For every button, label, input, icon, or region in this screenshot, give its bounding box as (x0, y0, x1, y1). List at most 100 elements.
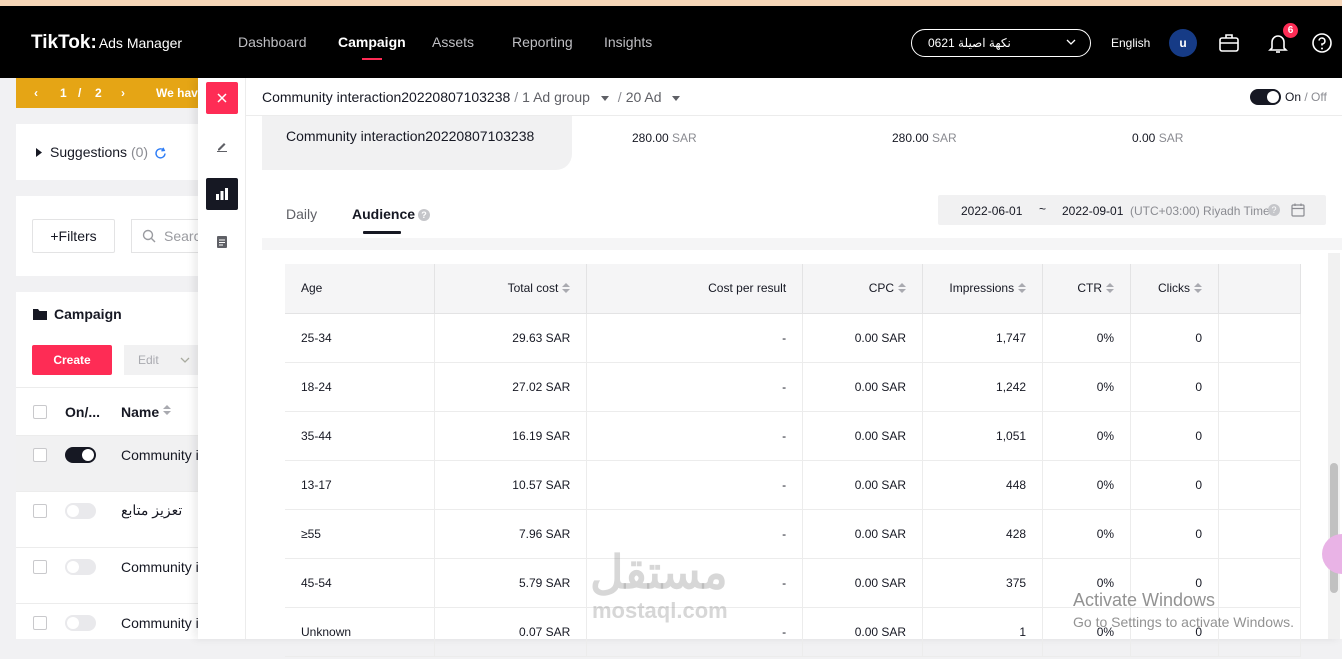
caret-down-icon[interactable] (600, 94, 610, 102)
row-toggle[interactable] (65, 615, 96, 631)
info-icon: ? (1268, 204, 1280, 216)
cell-impressions: 1,242 (922, 362, 1044, 412)
row-name[interactable]: Community i (121, 447, 206, 463)
close-icon (217, 93, 227, 103)
nav-insights[interactable]: Insights (604, 34, 652, 50)
col-cpc[interactable]: CPC (802, 264, 924, 314)
vertical-scrollbar[interactable] (1328, 253, 1340, 639)
cell-ctr: 0% (1042, 362, 1132, 412)
col-clicks[interactable]: Clicks (1130, 264, 1220, 314)
table-row: ≥55 7.96 SAR -0.00 SAR 428 0% 0 (285, 509, 1301, 559)
cell-ctr: 0% (1042, 460, 1132, 510)
date-range-picker[interactable]: 2022-06-01 ~ 2022-09-01 (UTC+03:00) Riya… (938, 195, 1326, 225)
edit-label: Edit (138, 353, 159, 367)
analytics-rail-button[interactable] (206, 178, 238, 210)
document-icon (217, 236, 227, 248)
cell-cpc: 0.00 SAR (802, 509, 924, 559)
help-icon[interactable] (1311, 32, 1333, 54)
breadcrumb-campaign[interactable]: Community interaction20220807103238 (262, 89, 510, 105)
banner-prev-arrow[interactable]: ‹ (34, 86, 38, 100)
cell-cpc: 0.00 SAR (802, 313, 924, 363)
panel-rail (198, 78, 246, 639)
tiktok-ads-logo[interactable]: TikTok: Ads Manager (31, 32, 182, 54)
list-item[interactable]: Community i (16, 547, 206, 603)
notification-badge: 6 (1283, 23, 1298, 38)
col-ctr[interactable]: CTR (1042, 264, 1132, 314)
status-toggle[interactable] (1250, 89, 1281, 105)
sort-icon[interactable] (163, 404, 171, 416)
status-toggle-label: On / Off (1285, 90, 1327, 104)
row-name[interactable]: Community i (121, 615, 206, 631)
nav-dashboard[interactable]: Dashboard (238, 34, 307, 50)
row-toggle[interactable] (65, 559, 96, 575)
edit-rail-button[interactable] (206, 130, 238, 162)
row-name[interactable]: Community i (121, 559, 206, 575)
breadcrumb-ad[interactable]: 20 Ad (626, 89, 662, 105)
date-end: 2022-09-01 (1062, 204, 1124, 218)
col-impressions[interactable]: Impressions (922, 264, 1044, 314)
account-selector[interactable]: 0621 نكهة اصيلة (911, 29, 1091, 57)
detail-panel: Community interaction20220807103238/1 Ad… (198, 78, 1342, 657)
info-icon: ? (418, 209, 431, 221)
tab-audience[interactable]: Audience? (352, 206, 431, 222)
cell-age: ≥55 (285, 509, 436, 559)
list-item[interactable]: Community i (16, 603, 206, 659)
document-rail-button[interactable] (206, 226, 238, 258)
summary-campaign-name: Community interaction20220807103238 (286, 128, 535, 144)
folder-icon (33, 309, 47, 320)
col-name-header[interactable]: Name (121, 404, 159, 420)
nav-reporting[interactable]: Reporting (512, 34, 573, 50)
create-button[interactable]: Create (32, 345, 112, 375)
col-total-cost[interactable]: Total cost (434, 264, 588, 314)
cell-total-cost: 29.63 SAR (434, 313, 588, 363)
row-name[interactable]: تعزيز متابع (121, 502, 206, 519)
nav-campaign[interactable]: Campaign (338, 34, 406, 60)
announcement-banner: ‹ 1 / 2 › We have (16, 78, 206, 108)
row-checkbox[interactable] (33, 616, 47, 630)
cell-clicks: 0 (1130, 313, 1220, 363)
tab-daily[interactable]: Daily (286, 206, 317, 222)
cell-cpc: 0.00 SAR (802, 607, 924, 657)
breadcrumb: Community interaction20220807103238/1 Ad… (262, 89, 681, 105)
cell-total-cost: 7.96 SAR (434, 509, 588, 559)
suggestions-label: Suggestions (0) (50, 144, 149, 160)
filters-button[interactable]: +Filters (32, 219, 115, 253)
sort-icon (1106, 283, 1115, 294)
cell-age: 13-17 (285, 460, 436, 510)
active-tab-indicator (363, 231, 401, 234)
list-item[interactable]: Community i (16, 435, 206, 491)
filters-card: +Filters Search (16, 196, 206, 276)
cell-cost-per-result: - (586, 313, 804, 363)
search-input[interactable]: Search (131, 219, 206, 253)
breadcrumb-adgroup[interactable]: 1 Ad group (522, 89, 590, 105)
date-start: 2022-06-01 (961, 204, 1023, 218)
cell-cost-per-result: - (586, 460, 804, 510)
language-selector[interactable]: English (1111, 36, 1150, 50)
suggestions-count: (0) (130, 144, 149, 160)
user-avatar[interactable]: u (1169, 29, 1197, 57)
close-button[interactable] (206, 82, 238, 114)
cell-total-cost: 10.57 SAR (434, 460, 588, 510)
col-age: Age (285, 264, 436, 314)
row-toggle[interactable] (65, 503, 96, 519)
toolbox-icon[interactable] (1218, 32, 1240, 54)
suggestions-card[interactable]: Suggestions (0) (16, 124, 206, 180)
edit-dropdown[interactable]: Edit (124, 345, 206, 375)
caret-right-icon (36, 148, 42, 157)
bar-chart-icon (216, 188, 228, 200)
row-toggle[interactable] (65, 447, 96, 463)
date-sep: ~ (1039, 202, 1047, 216)
select-all-checkbox[interactable] (33, 405, 47, 419)
banner-next-arrow[interactable]: › (121, 86, 125, 100)
logo-text: TikTok: (31, 32, 97, 53)
row-checkbox[interactable] (33, 504, 47, 518)
nav-assets[interactable]: Assets (432, 34, 474, 50)
caret-down-icon[interactable] (671, 94, 681, 102)
row-checkbox[interactable] (33, 448, 47, 462)
cell-clicks: 0 (1130, 362, 1220, 412)
watermark: مستقل (590, 546, 728, 598)
row-checkbox[interactable] (33, 560, 47, 574)
refresh-icon[interactable] (154, 147, 167, 160)
cell-cpc: 0.00 SAR (802, 460, 924, 510)
list-item[interactable]: تعزيز متابع (16, 491, 206, 547)
